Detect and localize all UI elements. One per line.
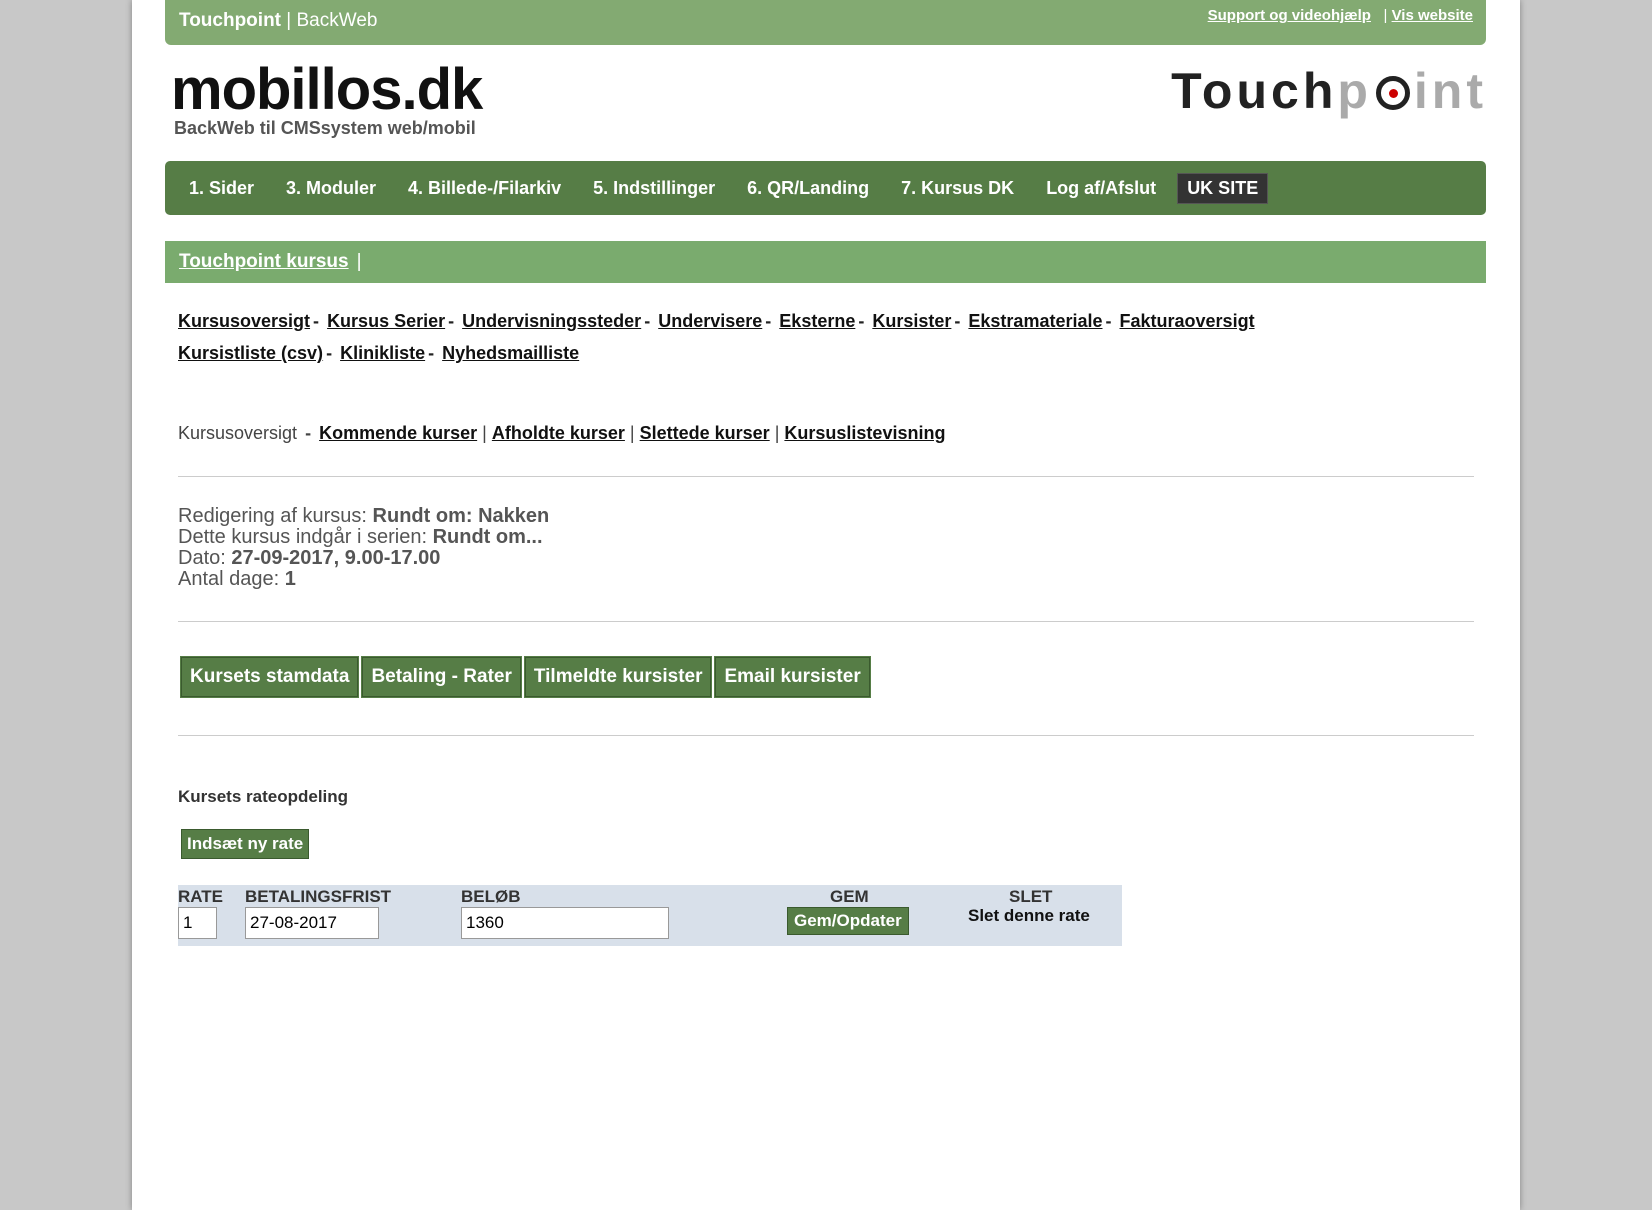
nav-billede-filarkiv[interactable]: 4. Billede-/Filarkiv bbox=[392, 178, 577, 199]
link-undervisere[interactable]: Undervisere bbox=[658, 311, 762, 331]
header-rate: RATE bbox=[178, 887, 224, 906]
header-slet: SLET bbox=[1009, 887, 1053, 906]
course-tabs: Kursets stamdata Betaling - Rater Tilmel… bbox=[179, 656, 871, 698]
link-nyhedsmailliste[interactable]: Nyhedsmailliste bbox=[442, 343, 579, 363]
main-nav: 1. Sider 3. Moduler 4. Billede-/Filarkiv… bbox=[165, 161, 1486, 215]
course-info: Redigering af kursus: Rundt om: Nakken D… bbox=[178, 505, 550, 590]
header-betalingsfrist: BETALINGSFRIST bbox=[245, 887, 392, 906]
nav-sider[interactable]: 1. Sider bbox=[173, 178, 270, 199]
link-fakturaoversigt[interactable]: Fakturaoversigt bbox=[1120, 311, 1255, 331]
sub-links-row-1: Kursusoversigt - Kursus Serier - Undervisn… bbox=[178, 311, 1255, 331]
rates-title: Kursets rateopdeling bbox=[178, 787, 349, 806]
rate-number-input[interactable] bbox=[178, 907, 217, 939]
tab-betaling-rater[interactable]: Betaling - Rater bbox=[361, 656, 522, 698]
link-undervisningssteder[interactable]: Undervisningssteder bbox=[462, 311, 641, 331]
link-kursistliste-csv[interactable]: Kursistliste (csv) bbox=[178, 343, 323, 363]
nav-uk-site[interactable]: UK SITE bbox=[1177, 172, 1269, 204]
top-bar: Touchpoint | BackWeb Support og videohjæ… bbox=[165, 0, 1486, 45]
link-kursister[interactable]: Kursister bbox=[872, 311, 951, 331]
vis-website-link[interactable]: Vis website bbox=[1392, 7, 1473, 24]
section-bar: Touchpoint kursus | bbox=[165, 241, 1486, 283]
tab-email-kursister[interactable]: Email kursister bbox=[714, 656, 871, 698]
link-eksterne[interactable]: Eksterne bbox=[779, 311, 855, 331]
slet-rate-link[interactable]: Slet denne rate bbox=[968, 906, 1090, 926]
header-gem: GEM bbox=[830, 887, 869, 906]
top-links: Support og videohjælp | Vis website bbox=[1208, 7, 1473, 24]
rate-table: RATE BETALINGSFRIST BELØB GEM SLET Gem/O… bbox=[178, 885, 1122, 946]
nav-log-af[interactable]: Log af/Afslut bbox=[1030, 178, 1172, 199]
link-kursus-serier[interactable]: Kursus Serier bbox=[327, 311, 445, 331]
link-klinikliste[interactable]: Klinikliste bbox=[340, 343, 425, 363]
link-kursusoversigt[interactable]: Kursusoversigt bbox=[178, 311, 310, 331]
touchpoint-kursus-link[interactable]: Touchpoint kursus bbox=[179, 251, 349, 272]
tab-stamdata[interactable]: Kursets stamdata bbox=[179, 656, 360, 698]
touchpoint-logo: Touchp int bbox=[1171, 63, 1487, 119]
divider bbox=[178, 735, 1474, 736]
link-kommende-kurser[interactable]: Kommende kurser bbox=[319, 423, 477, 443]
belob-input[interactable] bbox=[461, 907, 669, 939]
link-slettede-kurser[interactable]: Slettede kurser bbox=[640, 423, 770, 443]
nav-moduler[interactable]: 3. Moduler bbox=[270, 178, 392, 199]
sub-links-row-2: Kursistliste (csv) - Klinikliste - Nyhedsm… bbox=[178, 343, 580, 363]
link-kursuslistevisning[interactable]: Kursuslistevisning bbox=[784, 423, 945, 443]
divider bbox=[178, 621, 1474, 622]
touchpoint-ring-icon bbox=[1375, 76, 1410, 110]
breadcrumb: Kursusoversigt - Kommende kurser | Afhol… bbox=[178, 423, 946, 443]
nav-indstillinger[interactable]: 5. Indstillinger bbox=[577, 178, 731, 199]
top-divider: | bbox=[1383, 7, 1388, 24]
mobillos-logo: mobillos.dk BackWeb til CMSsystem web/mo… bbox=[171, 57, 483, 139]
header-belob: BELØB bbox=[461, 887, 521, 906]
breadcrumb-current: Kursusoversigt bbox=[178, 423, 298, 443]
nav-kursus-dk[interactable]: 7. Kursus DK bbox=[885, 178, 1030, 199]
divider bbox=[178, 476, 1474, 477]
betalingsfrist-input[interactable] bbox=[245, 907, 379, 939]
insert-rate-button[interactable]: Indsæt ny rate bbox=[181, 829, 310, 859]
support-link[interactable]: Support og videohjælp bbox=[1208, 7, 1371, 24]
gem-opdater-button[interactable]: Gem/Opdater bbox=[787, 907, 909, 935]
brand: Touchpoint | BackWeb bbox=[179, 10, 378, 31]
nav-qr-landing[interactable]: 6. QR/Landing bbox=[731, 178, 885, 199]
link-ekstramateriale[interactable]: Ekstramateriale bbox=[968, 311, 1102, 331]
page: Touchpoint | BackWeb Support og videohjæ… bbox=[132, 0, 1520, 1210]
link-afholdte-kurser[interactable]: Afholdte kurser bbox=[492, 423, 625, 443]
tab-tilmeldte-kursister[interactable]: Tilmeldte kursister bbox=[523, 656, 713, 698]
